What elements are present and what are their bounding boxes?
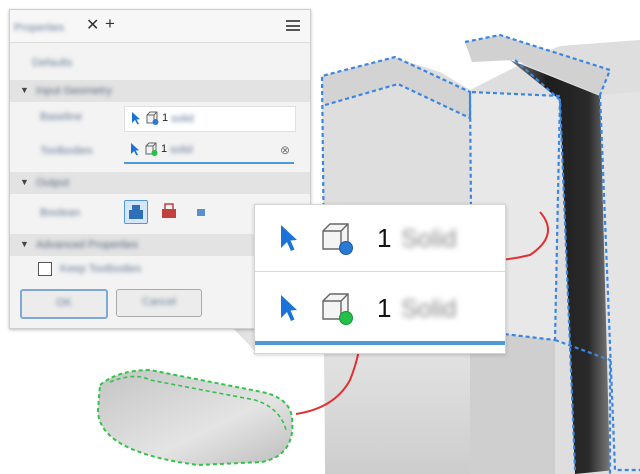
- toolbodies-label: Toolbodies: [40, 145, 93, 157]
- clear-selection-icon[interactable]: ⊗: [280, 143, 290, 157]
- defaults-label: Defaults: [32, 57, 73, 69]
- selection-callout: 1 Solid 1 Solid: [254, 204, 506, 354]
- toolbody-solid[interactable]: [96, 368, 294, 467]
- ok-button-label: OK: [56, 297, 72, 309]
- section-title: Input Geometry: [36, 85, 112, 97]
- add-tab-icon[interactable]: +: [105, 14, 115, 34]
- boolean-join-button[interactable]: [124, 200, 148, 224]
- solid-body-icon: [322, 223, 353, 255]
- hamburger-menu-icon[interactable]: [286, 20, 300, 31]
- callout-toolbody-count: 1: [377, 293, 392, 323]
- select-arrow-icon: [281, 225, 297, 251]
- close-icon[interactable]: ✕: [86, 15, 99, 35]
- callout-baseline-row: 1 Solid: [255, 205, 505, 272]
- solid-body-icon: [322, 293, 353, 325]
- section-title: Advanced Properties: [36, 239, 139, 251]
- section-output[interactable]: ▼ Output: [10, 172, 310, 194]
- baseline-label: Baseline: [40, 111, 83, 123]
- baseline-selector-field[interactable]: 1 solid: [124, 106, 296, 132]
- select-arrow-icon: [281, 295, 297, 321]
- solid-body-icon: [145, 142, 158, 156]
- keep-toolbodies-checkbox[interactable]: [38, 262, 52, 276]
- callout-toolbody-row: 1 Solid: [255, 275, 505, 345]
- callout-toolbody-kind: Solid: [401, 295, 457, 323]
- callout-baseline-kind: Solid: [401, 225, 457, 253]
- tab-properties-label: Properties: [14, 22, 65, 34]
- section-input-geometry[interactable]: ▼ Input Geometry: [10, 80, 310, 102]
- boolean-label: Boolean: [40, 207, 81, 219]
- intersect-icon: [197, 209, 205, 216]
- keep-toolbodies-label: Keep Toolbodies: [60, 263, 142, 275]
- toolbodies-kind: solid: [170, 144, 193, 156]
- ok-button[interactable]: OK: [20, 289, 108, 319]
- toolbodies-count: 1: [161, 143, 168, 155]
- panel-tab-bar: Properties ✕ +: [10, 10, 310, 43]
- toolbodies-selector-field[interactable]: 1 solid ⊗: [124, 138, 294, 164]
- section-title: Output: [36, 177, 70, 189]
- callout-baseline-count: 1: [377, 223, 392, 253]
- tab-properties[interactable]: Properties: [14, 18, 84, 34]
- boolean-intersect-button[interactable]: [190, 200, 212, 222]
- select-arrow-icon[interactable]: [131, 111, 141, 125]
- solid-body-icon: [146, 111, 159, 125]
- join-icon: [129, 205, 143, 219]
- cancel-button[interactable]: Cancel: [116, 289, 202, 317]
- defaults-button[interactable]: Defaults: [32, 53, 72, 71]
- cut-icon: [162, 203, 176, 218]
- collapse-arrow-icon[interactable]: ▼: [20, 85, 29, 95]
- cancel-button-label: Cancel: [141, 296, 177, 308]
- baseline-count: 1: [162, 112, 169, 124]
- select-arrow-icon[interactable]: [130, 142, 140, 156]
- boolean-cut-button[interactable]: [158, 200, 180, 222]
- baseline-kind: solid: [171, 113, 194, 125]
- collapse-arrow-icon[interactable]: ▼: [20, 177, 29, 187]
- collapse-arrow-icon[interactable]: ▼: [20, 239, 29, 249]
